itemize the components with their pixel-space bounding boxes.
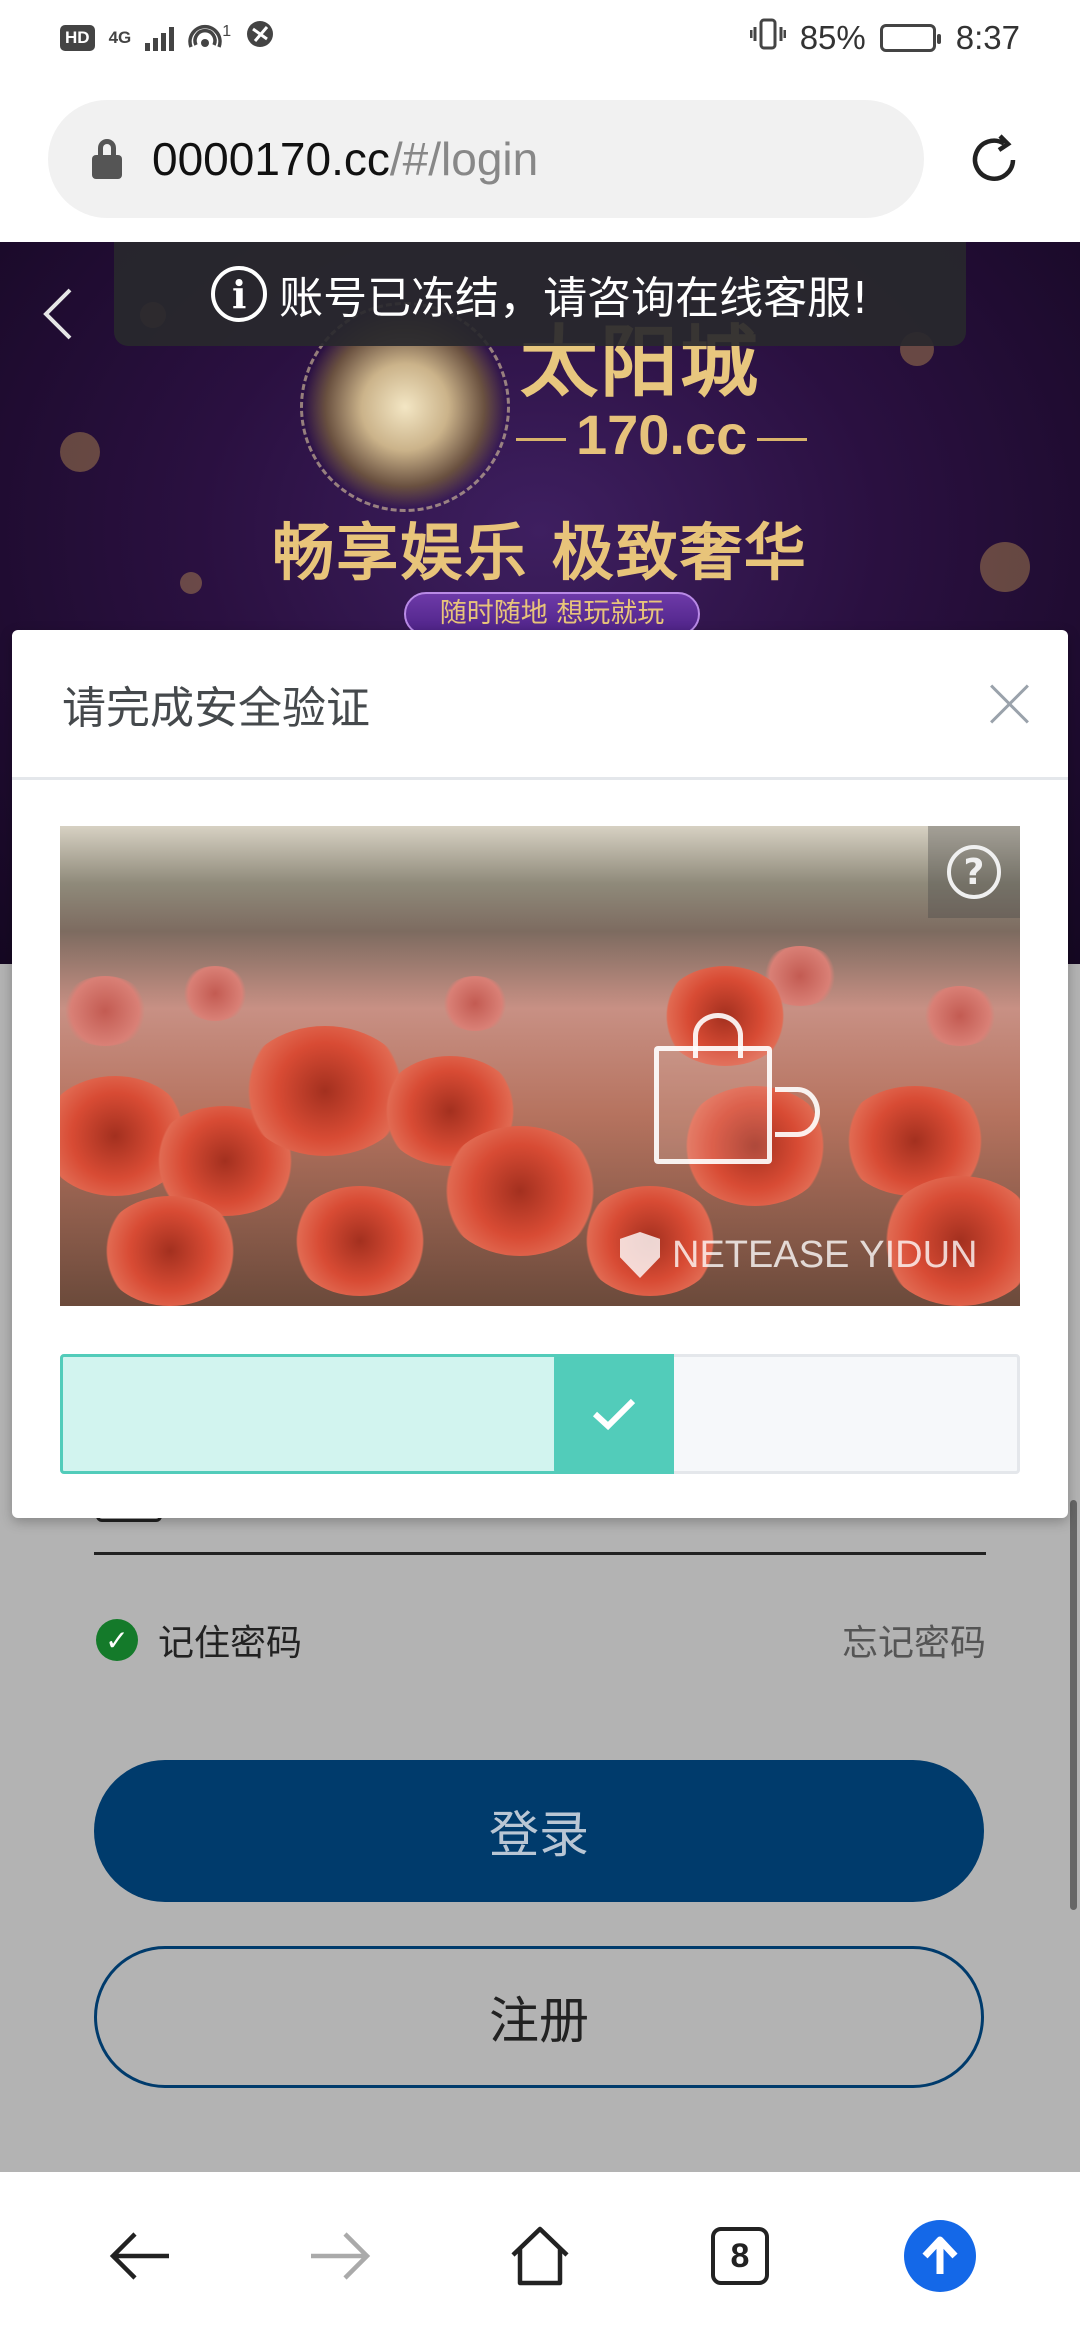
url-path: /#/login [389,133,539,185]
browser-address-bar: 0000170.cc/#/login [0,76,1080,242]
battery-percent: 85% [799,19,866,56]
signal-icon [145,25,175,51]
lock-icon [92,139,122,179]
network-type: 4G [108,28,132,47]
forward-icon[interactable] [285,2201,395,2311]
register-button[interactable]: 注册 [94,1946,984,2088]
url-field[interactable]: 0000170.cc/#/login [48,100,924,218]
slogan: 畅享娱乐 极致奢华 [272,516,808,589]
forgot-password-link[interactable]: 忘记密码 [842,1614,986,1666]
info-icon: i [211,266,268,322]
status-bar: HD 4G 1 85% 8:37 [0,0,1080,76]
vibrate-icon [749,17,787,59]
help-icon: ? [947,845,1001,899]
login-button[interactable]: 登录 [94,1760,984,1902]
toast-text: 账号已冻结，请咨询在线客服! [279,273,869,324]
scrollbar[interactable] [1070,1500,1077,1910]
captcha-slider-track[interactable] [60,1354,1020,1474]
vpn-icon [245,19,275,57]
url-host: 0000170.cc [152,133,390,185]
page-back-icon[interactable] [38,284,78,344]
modal-header: 请完成安全验证 [12,630,1068,780]
upload-button[interactable] [885,2201,995,2311]
check-icon: ✓ [96,1619,138,1661]
tabs-button[interactable]: 8 [685,2201,795,2311]
password-field-underline[interactable] [94,1552,986,1555]
remember-password-checkbox[interactable]: ✓ 记住密码 [96,1614,302,1666]
shield-icon [620,1232,660,1278]
status-right: 85% 8:37 [749,17,1020,59]
toast-message: i 账号已冻结，请咨询在线客服! [114,242,966,346]
browser-bottom-nav: 8 [0,2172,1080,2340]
url-text[interactable]: 0000170.cc/#/login [152,132,538,186]
captcha-modal: 请完成安全验证 ? NETEASE YIDUN [12,630,1068,1518]
brand-domain: 170.cc [506,402,817,467]
captcha-image: ? NETEASE YIDUN [60,826,1020,1306]
hotspot-count: 1 [222,23,232,40]
status-left: HD 4G 1 [60,19,275,57]
watermark-text: NETEASE YIDUN [672,1233,978,1276]
back-icon[interactable] [85,2201,195,2311]
tabs-count-icon: 8 [711,2227,769,2285]
home-icon[interactable] [485,2201,595,2311]
captcha-help-button[interactable]: ? [928,826,1020,918]
puzzle-target-outline [654,1013,820,1164]
modal-title: 请完成安全验证 [62,682,370,734]
close-icon[interactable] [988,682,1032,726]
captcha-slider-handle[interactable] [554,1354,674,1474]
reload-icon[interactable] [964,130,1024,190]
captcha-watermark: NETEASE YIDUN [620,1232,977,1278]
hd-icon: HD [60,25,95,51]
hotspot-icon: 1 [188,23,231,53]
checkmark-icon [592,1398,636,1431]
clock: 8:37 [955,19,1020,56]
remember-password-label: 记住密码 [158,1623,303,1664]
upload-icon [904,2220,976,2292]
battery-icon [879,24,941,52]
